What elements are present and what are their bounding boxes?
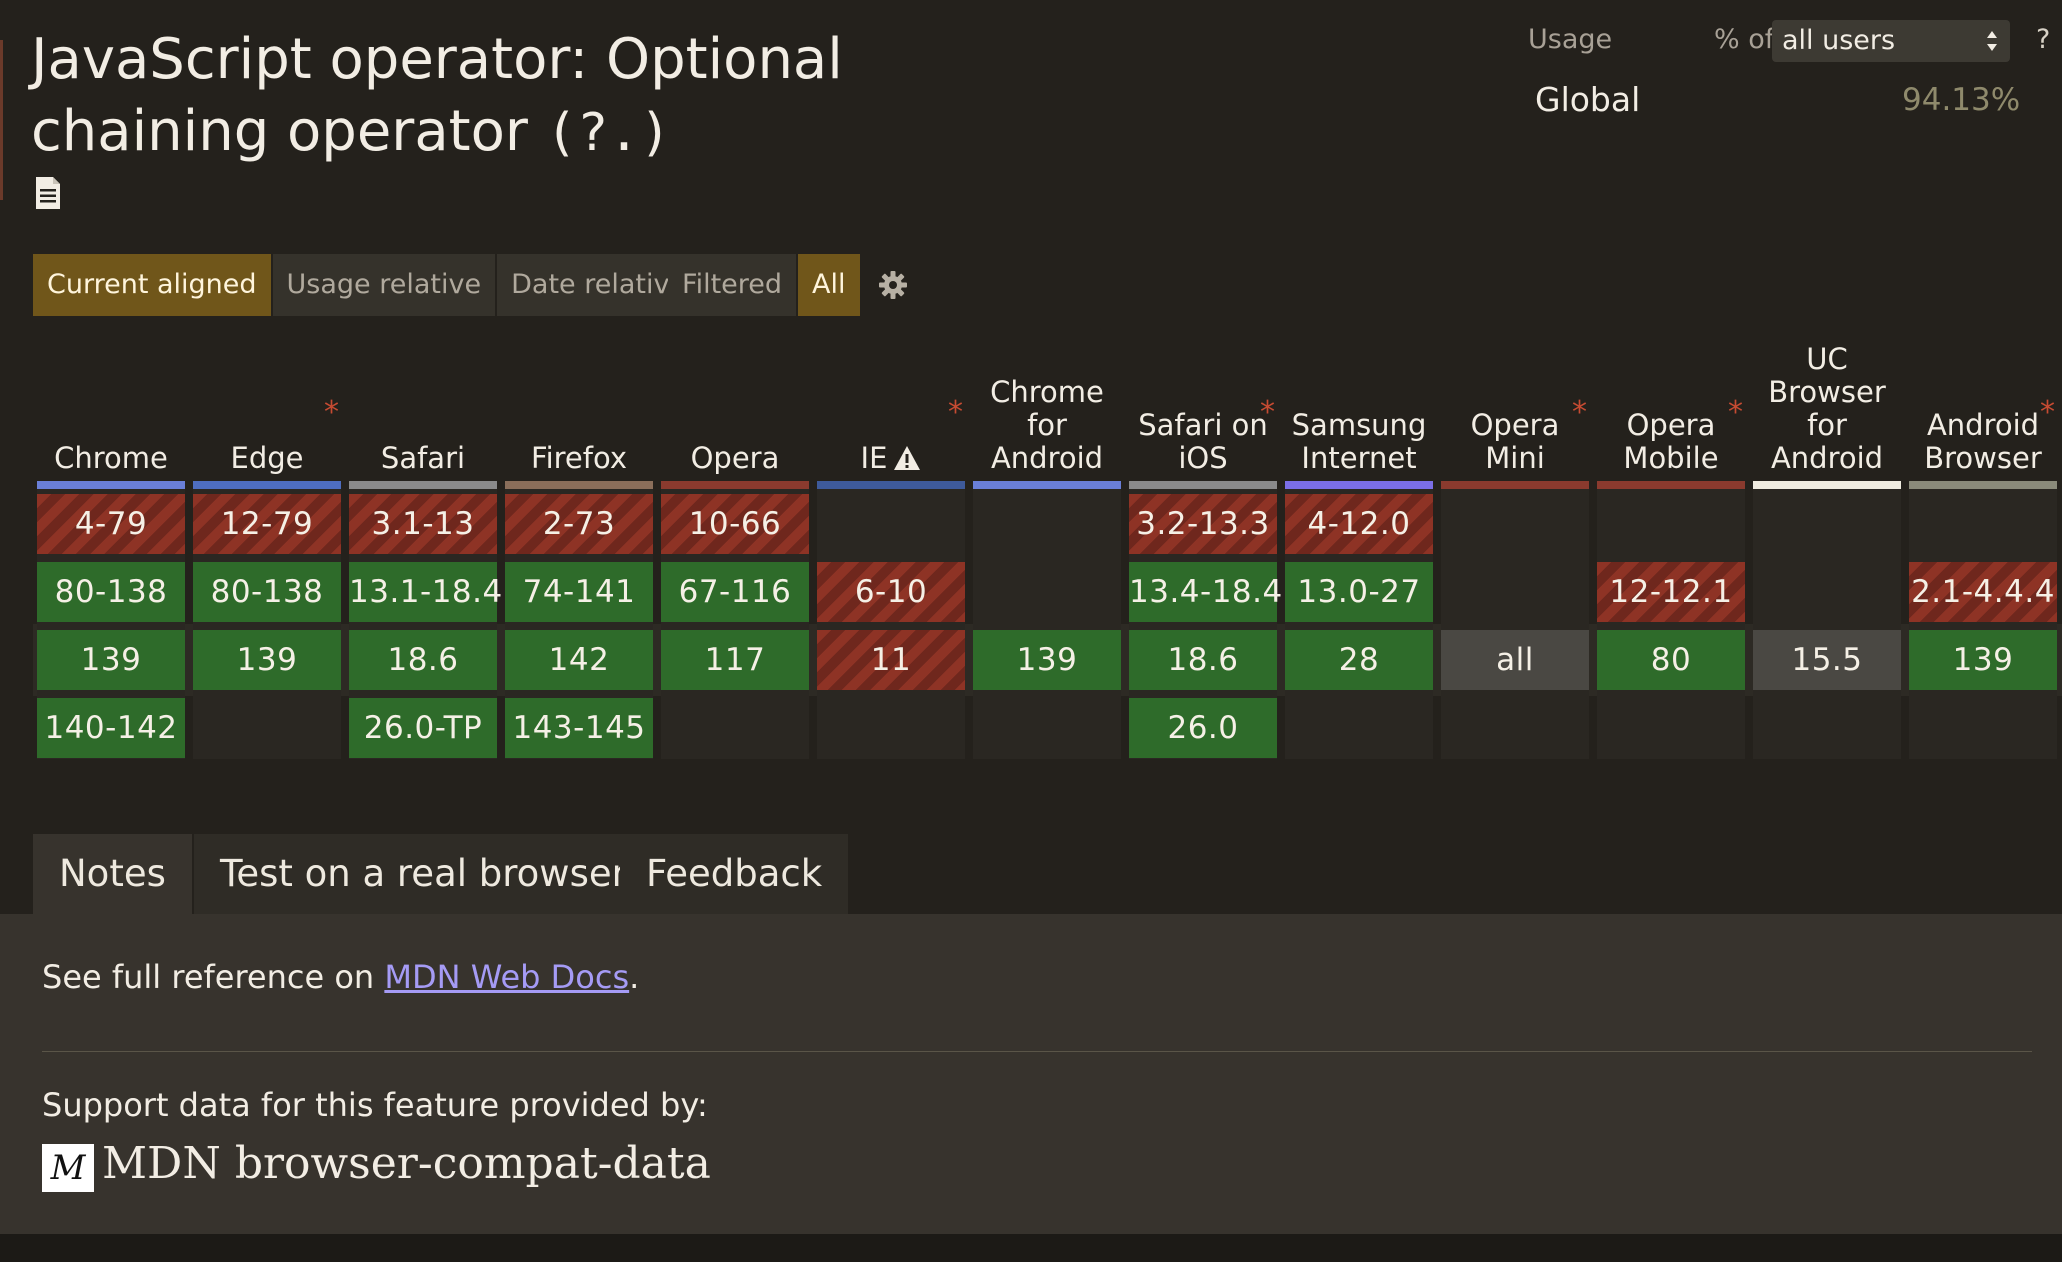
mdn-bcd-link[interactable]: MDN browser-compat-data — [102, 1138, 711, 1189]
version-cell[interactable]: 2-73 — [505, 494, 653, 554]
browser-color-bar — [1441, 481, 1589, 489]
browser-color-bar — [37, 481, 185, 489]
version-cell[interactable]: 13.1-18.4 — [349, 562, 502, 622]
browser-name: Android Browser — [1924, 408, 2042, 475]
browser-header-firefox[interactable]: Firefox — [505, 330, 653, 475]
panel-divider — [42, 1051, 2032, 1052]
version-cell[interactable]: 4-79 — [37, 494, 185, 554]
browser-color-bar — [1129, 481, 1277, 489]
browser-header-edge[interactable]: Edge * — [193, 330, 341, 475]
browser-header-chrome[interactable]: Chrome — [37, 330, 185, 475]
browser-name: IE — [860, 441, 888, 475]
version-cell[interactable]: 80-138 — [193, 562, 341, 622]
column-bg-chrome-for-android — [973, 489, 1121, 759]
note-asterisk-icon: * — [324, 395, 339, 430]
browser-color-bar — [973, 481, 1121, 489]
support-provider-label: Support data for this feature provided b… — [42, 1086, 708, 1124]
tab-notes[interactable]: Notes — [33, 834, 192, 914]
version-cell[interactable]: 143-145 — [505, 698, 653, 758]
version-cell[interactable]: 3.1-13 — [349, 494, 497, 554]
note-asterisk-icon: * — [948, 395, 963, 430]
browser-name: Chrome for Android — [990, 375, 1104, 475]
warning-icon — [894, 446, 921, 470]
version-cell[interactable]: 142 — [505, 630, 653, 690]
version-cell[interactable]: 4-12.0 — [1285, 494, 1433, 554]
version-cell[interactable]: 139 — [973, 630, 1121, 690]
note-asterisk-icon: * — [1260, 395, 1275, 430]
browser-color-bar — [505, 481, 653, 489]
column-bg-uc-browser-for-android — [1753, 489, 1901, 759]
notes-suffix: . — [629, 958, 640, 996]
version-cell[interactable]: 74-141 — [505, 562, 653, 622]
version-cell[interactable]: 11 — [817, 630, 965, 690]
browser-header-safari[interactable]: Safari — [349, 330, 497, 475]
browser-color-bar — [193, 481, 341, 489]
version-cell[interactable]: 80-138 — [37, 562, 185, 622]
browser-name: Firefox — [531, 441, 627, 475]
version-cell[interactable]: 67-116 — [661, 562, 809, 622]
browser-color-bar — [817, 481, 965, 489]
browser-name: UC Browser for Android — [1768, 342, 1886, 475]
mdn-web-docs-link[interactable]: MDN Web Docs — [384, 958, 629, 996]
browser-color-bar — [1753, 481, 1901, 489]
tab-feedback[interactable]: Feedback — [620, 834, 849, 914]
browser-color-bar — [661, 481, 809, 489]
version-cell[interactable]: 18.6 — [349, 630, 497, 690]
browser-color-bar — [349, 481, 497, 489]
browser-color-bar — [1597, 481, 1745, 489]
version-cell[interactable]: 2.1-4.4.4 — [1909, 562, 2057, 622]
column-bg-opera-mobile — [1597, 489, 1745, 759]
version-cell[interactable]: 10-66 — [661, 494, 809, 554]
version-cell[interactable]: 13.0-27 — [1285, 562, 1433, 622]
browser-name: Opera Mobile — [1623, 408, 1719, 475]
version-cell[interactable]: 26.0 — [1129, 698, 1277, 758]
mdn-logo[interactable]: M — [42, 1144, 94, 1192]
version-cell[interactable]: 80 — [1597, 630, 1745, 690]
version-cell[interactable]: 139 — [193, 630, 341, 690]
browser-header-android-browser[interactable]: Android Browser * — [1909, 330, 2057, 475]
note-asterisk-icon: * — [1572, 395, 1587, 430]
column-bg-opera-mini — [1441, 489, 1589, 759]
tab-test-real-browser[interactable]: Test on a real browser — [194, 834, 653, 914]
browser-header-opera-mini[interactable]: Opera Mini * — [1441, 330, 1589, 475]
version-cell[interactable]: all — [1441, 630, 1589, 690]
browser-name: Safari — [380, 441, 466, 475]
version-cell[interactable]: 140-142 — [37, 698, 185, 758]
browser-name: Opera — [690, 441, 780, 475]
browser-name: Chrome — [54, 441, 168, 475]
version-cell[interactable]: 139 — [37, 630, 185, 690]
browser-header-safari-on-ios[interactable]: Safari on iOS * — [1129, 330, 1277, 475]
browser-header-ie[interactable]: IE * — [817, 330, 965, 475]
column-bg-ie — [817, 489, 965, 759]
browser-color-bar — [1909, 481, 2057, 489]
browser-color-bar — [1285, 481, 1433, 489]
browser-name: Samsung Internet — [1291, 408, 1427, 475]
browser-header-uc-browser-for-android[interactable]: UC Browser for Android — [1753, 330, 1901, 475]
notes-prefix: See full reference on — [42, 958, 385, 996]
browser-header-opera[interactable]: Opera — [661, 330, 809, 475]
browser-header-chrome-for-android[interactable]: Chrome for Android — [973, 330, 1121, 475]
footer-bar — [0, 1234, 2062, 1262]
version-cell[interactable]: 26.0-TP — [349, 698, 497, 758]
version-cell[interactable]: 12-79 — [193, 494, 341, 554]
version-cell[interactable]: 6-10 — [817, 562, 965, 622]
notes-reference: See full reference on MDN Web Docs. — [42, 958, 639, 996]
version-cell[interactable]: 139 — [1909, 630, 2057, 690]
version-cell[interactable]: 3.2-13.3 — [1129, 494, 1277, 554]
note-asterisk-icon: * — [2040, 395, 2055, 430]
browser-name: Edge — [230, 441, 304, 475]
browser-name: Safari on iOS — [1138, 408, 1268, 475]
version-cell[interactable]: 117 — [661, 630, 809, 690]
version-cell[interactable]: 13.4-18.4 — [1129, 562, 1282, 622]
version-cell[interactable]: 15.5 — [1753, 630, 1901, 690]
column-bg-android-browser — [1909, 489, 2057, 759]
version-cell[interactable]: 28 — [1285, 630, 1433, 690]
version-cell[interactable]: 12-12.1 — [1597, 562, 1745, 622]
support-table: Chrome 4-79 80-138 139 140-142 Edge * 12-79 80-1… — [0, 0, 2062, 800]
note-asterisk-icon: * — [1728, 395, 1743, 430]
browser-name: Opera Mini — [1470, 408, 1560, 475]
browser-header-opera-mobile[interactable]: Opera Mobile * — [1597, 330, 1745, 475]
version-cell[interactable]: 18.6 — [1129, 630, 1277, 690]
browser-header-samsung-internet[interactable]: Samsung Internet — [1285, 330, 1433, 475]
